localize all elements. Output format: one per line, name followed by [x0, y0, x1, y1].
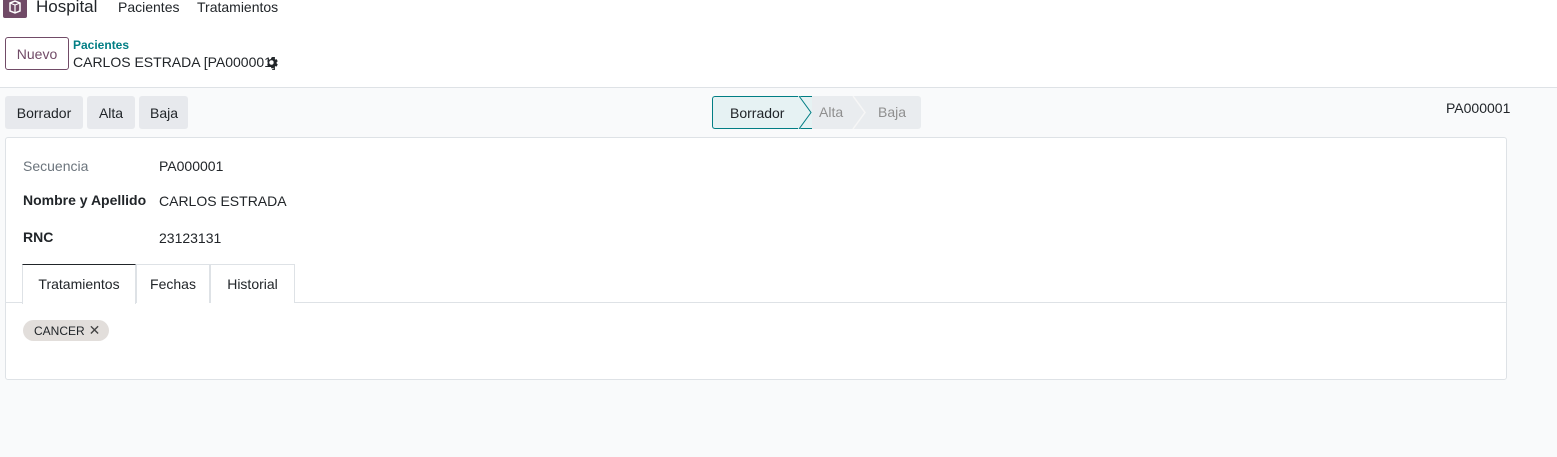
gear-icon[interactable] — [265, 56, 278, 72]
tag-cancer: CANCER ✕ — [23, 320, 110, 341]
stage-arrow-icon — [798, 96, 812, 129]
app-name[interactable]: Hospital — [36, 0, 97, 17]
borrador-button[interactable]: Borrador — [5, 96, 83, 129]
breadcrumb-current: CARLOS ESTRADA [PA000001] — [73, 54, 276, 70]
tab-fechas[interactable]: Fechas — [136, 264, 210, 303]
tab-historial[interactable]: Historial — [210, 264, 295, 303]
stage-separator-icon — [852, 96, 866, 129]
nombre-label: Nombre y Apellido — [23, 192, 147, 208]
alta-button[interactable]: Alta — [87, 96, 135, 129]
breadcrumb-parent[interactable]: Pacientes — [73, 38, 129, 52]
menu-pacientes[interactable]: Pacientes — [118, 0, 179, 15]
notebook-tabs: Tratamientos Fechas Historial — [6, 264, 1506, 304]
stage-borrador[interactable]: Borrador — [712, 96, 812, 129]
close-icon[interactable]: ✕ — [89, 322, 101, 338]
tab-tratamientos[interactable]: Tratamientos — [22, 264, 136, 304]
top-navbar: Hospital Pacientes Tratamientos — [0, 0, 1557, 20]
form-sheet: Secuencia PA000001 Nombre y Apellido CAR… — [5, 137, 1507, 380]
menu-tratamientos[interactable]: Tratamientos — [197, 0, 278, 15]
stage-baja[interactable]: Baja — [878, 96, 906, 129]
control-panel: Nuevo Pacientes CARLOS ESTRADA [PA000001… — [0, 20, 1557, 88]
baja-button[interactable]: Baja — [139, 96, 188, 129]
rnc-label: RNC — [23, 229, 54, 245]
nombre-field[interactable]: CARLOS ESTRADA — [159, 193, 287, 209]
new-button[interactable]: Nuevo — [5, 37, 69, 70]
secuencia-label: Secuencia — [23, 158, 89, 174]
record-reference: PA000001 — [1446, 100, 1511, 116]
rnc-field[interactable]: 23123131 — [159, 230, 221, 246]
stage-borrador-label: Borrador — [730, 105, 785, 121]
stage-alta[interactable]: Alta — [819, 96, 843, 129]
secuencia-value: PA000001 — [159, 158, 224, 174]
tag-label: CANCER — [34, 324, 85, 338]
app-icon[interactable] — [3, 0, 27, 18]
